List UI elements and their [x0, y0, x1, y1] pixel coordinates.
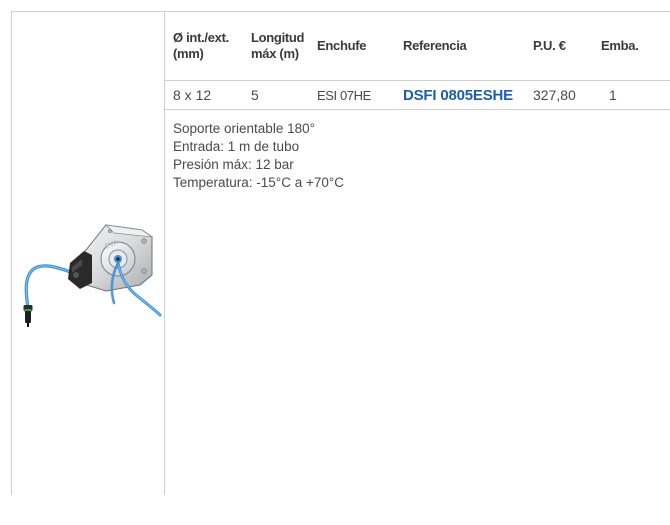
cell-diametro: 8 x 12 [165, 80, 243, 110]
feature-item: Soporte orientable 180° [173, 121, 316, 136]
cell-embalaje: 1 [593, 80, 670, 110]
cell-precio-unitario: 327,80 [525, 80, 593, 110]
feature-item: Temperatura: -15°C a +70°C [173, 175, 345, 190]
header-longitud: Longitud máx (m) [243, 12, 309, 81]
cell-enchufe: ESI 07HE [309, 80, 395, 110]
hose-reel-product-photo: EVA [14, 205, 164, 330]
feature-item: Presión máx: 12 bar [173, 157, 294, 172]
product-features-list: Soporte orientable 180° Entrada: 1 m de … [173, 120, 344, 192]
cell-longitud: 5 [243, 80, 309, 110]
product-spec-table: Ø int./ext. (mm) Longitud máx (m) Enchuf… [165, 12, 670, 110]
feature-item: Entrada: 1 m de tubo [173, 139, 300, 154]
frame-left-border [11, 11, 12, 495]
header-embalaje: Emba. [593, 12, 670, 81]
table-header-row: Ø int./ext. (mm) Longitud máx (m) Enchuf… [165, 12, 670, 81]
table-row: 8 x 12 5 ESI 07HE DSFI 0805ESHE 327,80 1 [165, 80, 670, 110]
header-referencia: Referencia [395, 12, 525, 81]
header-precio-unitario: P.U. € [525, 12, 593, 81]
header-enchufe: Enchufe [309, 12, 395, 81]
header-diametro: Ø int./ext. (mm) [165, 12, 243, 81]
cell-referencia: DSFI 0805ESHE [395, 80, 525, 110]
